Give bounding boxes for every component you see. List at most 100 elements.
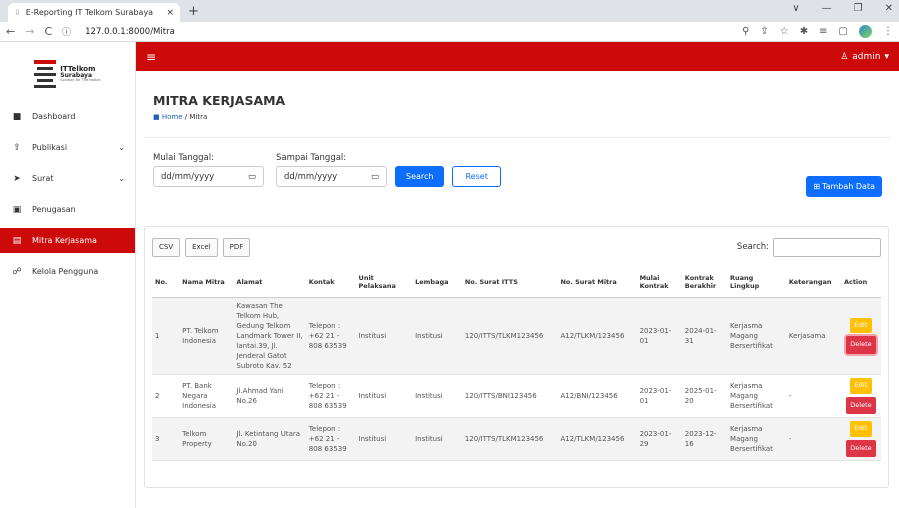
address-bar: ← → C ⓘ 127.0.0.1:8000/Mitra ⚲ ⇪ ☆ ✱ ≡ ▢… bbox=[0, 22, 899, 42]
col-kontak[interactable]: Kontak bbox=[305, 267, 356, 298]
search-button[interactable]: Search bbox=[395, 166, 445, 187]
favicon-icon: ⇩ bbox=[14, 8, 21, 17]
sidebar-item-label: Dashboard bbox=[32, 112, 76, 121]
chevron-down-icon: ⌄ bbox=[118, 174, 125, 183]
sidebar-item-publikasi[interactable]: ⇧ Publikasi ⌄ bbox=[0, 135, 135, 160]
col-berakhir[interactable]: Kontrak Berakhir bbox=[681, 267, 728, 298]
col-lembaga[interactable]: Lembaga bbox=[412, 267, 462, 298]
back-icon[interactable]: ← bbox=[6, 25, 15, 38]
mitra-table: No. Nama Mitra Alamat Kontak Unit Pelaks… bbox=[152, 267, 881, 462]
sidebar-item-label: Surat bbox=[32, 174, 54, 183]
end-date-input[interactable]: dd/mm/yyyy ▭ bbox=[276, 166, 387, 187]
main-area: ≡ ♙ admin ▾ MITRA KERJASAMA ■ Home / Mit… bbox=[136, 42, 899, 508]
page-title: MITRA KERJASAMA bbox=[153, 93, 286, 108]
end-date-label: Sampai Tanggal: bbox=[276, 153, 347, 163]
table-row: 3 Telkom Property Jl. Ketintang Utara No… bbox=[152, 417, 881, 462]
browser-tab[interactable]: ⇩ E-Reporting IT Telkom Surabaya × bbox=[8, 3, 180, 22]
sidebar-item-kelola-pengguna[interactable]: ☍ Kelola Pengguna bbox=[0, 259, 135, 284]
delete-button[interactable]: Delete bbox=[846, 396, 876, 415]
reading-list-icon[interactable]: ≡ bbox=[819, 26, 827, 37]
grid-icon: ■ bbox=[12, 111, 22, 122]
sidepanel-icon[interactable]: ▢ bbox=[839, 26, 848, 37]
delete-button[interactable]: Delete bbox=[846, 336, 876, 354]
edit-button[interactable]: Edit bbox=[849, 318, 873, 334]
calendar-icon[interactable]: ▭ bbox=[248, 172, 256, 182]
new-tab-button[interactable]: + bbox=[188, 4, 199, 19]
topbar: ≡ ♙ admin ▾ bbox=[136, 42, 899, 71]
star-icon[interactable]: ☆ bbox=[780, 26, 789, 37]
clipboard-icon: ▣ bbox=[12, 204, 22, 215]
sidebar-item-label: Kelola Pengguna bbox=[32, 267, 99, 276]
browser-extensions: ⚲ ⇪ ☆ ✱ ≡ ▢ ⋮ bbox=[742, 25, 893, 38]
users-icon: ☍ bbox=[12, 266, 22, 277]
user-menu[interactable]: ♙ admin ▾ bbox=[840, 52, 889, 62]
table-row: 2 PT. Bank Negara Indonesia Jl.Ahmad Yan… bbox=[152, 374, 881, 419]
user-icon: ♙ bbox=[840, 51, 849, 62]
chevron-down-icon: ⌄ bbox=[118, 143, 125, 152]
edit-button[interactable]: Edit bbox=[849, 378, 873, 394]
filter-section: Mulai Tanggal: dd/mm/yyyy ▭ Sampai Tangg… bbox=[144, 137, 891, 217]
hamburger-icon[interactable]: ≡ bbox=[146, 50, 156, 64]
breadcrumb: ■ Home / Mitra bbox=[153, 113, 891, 121]
url-field[interactable]: 127.0.0.1:8000/Mitra bbox=[85, 27, 732, 37]
caret-down-icon: ▾ bbox=[884, 51, 889, 62]
logo-tagline: Solution for The Nation bbox=[60, 77, 101, 82]
close-window-icon[interactable]: ✕ bbox=[885, 3, 893, 14]
forward-icon[interactable]: → bbox=[25, 25, 34, 38]
export-csv-button[interactable]: CSV bbox=[152, 237, 181, 257]
col-alamat[interactable]: Alamat bbox=[233, 267, 306, 298]
sidebar-item-surat[interactable]: ➤ Surat ⌄ bbox=[0, 166, 135, 191]
logo-icon bbox=[34, 60, 57, 88]
col-surat-itts[interactable]: No. Surat ITTS bbox=[461, 267, 558, 298]
edit-button[interactable]: Edit bbox=[849, 421, 873, 437]
col-ruang[interactable]: Ruang Lingkup bbox=[727, 267, 786, 298]
upload-icon: ⇧ bbox=[13, 142, 21, 153]
send-icon: ➤ bbox=[13, 173, 21, 184]
menu-icon[interactable]: ⋮ bbox=[883, 26, 893, 37]
reload-icon[interactable]: C bbox=[44, 25, 52, 38]
col-keterangan[interactable]: Keterangan bbox=[785, 267, 841, 298]
card-icon: ▤ bbox=[12, 235, 22, 246]
start-date-input[interactable]: dd/mm/yyyy ▭ bbox=[153, 166, 264, 187]
calendar-icon[interactable]: ▭ bbox=[371, 172, 379, 182]
user-name: admin bbox=[852, 51, 881, 62]
breadcrumb-current: / Mitra bbox=[184, 113, 208, 121]
table-header-row: No. Nama Mitra Alamat Kontak Unit Pelaks… bbox=[152, 267, 881, 298]
maximize-icon[interactable]: ❐ bbox=[854, 3, 863, 14]
minimize-icon[interactable]: — bbox=[822, 3, 832, 14]
col-surat-mitra[interactable]: No. Surat Mitra bbox=[557, 267, 637, 298]
reset-button[interactable]: Reset bbox=[452, 166, 501, 187]
app-shell: ITTelkom Surabaya Solution for The Natio… bbox=[0, 42, 899, 508]
browser-tabbar: ⇩ E-Reporting IT Telkom Surabaya × + ∨ —… bbox=[0, 0, 899, 22]
sidebar-item-penugasan[interactable]: ▣ Penugasan bbox=[0, 197, 135, 222]
sidebar-item-dashboard[interactable]: ■ Dashboard bbox=[0, 104, 135, 129]
add-icon: ⊞ bbox=[813, 182, 821, 191]
sidebar-item-label: Penugasan bbox=[32, 205, 76, 214]
add-data-button[interactable]: ⊞ Tambah Data bbox=[806, 176, 882, 197]
table-search-input[interactable] bbox=[773, 237, 881, 257]
col-unit[interactable]: Unit Pelaksana bbox=[355, 267, 413, 298]
tab-title: E-Reporting IT Telkom Surabaya bbox=[25, 8, 154, 17]
home-grid-icon: ■ bbox=[153, 113, 162, 121]
sidebar-item-mitra-kerjasama[interactable]: ▤ Mitra Kerjasama bbox=[0, 228, 135, 253]
col-no[interactable]: No. bbox=[152, 267, 180, 298]
zoom-icon[interactable]: ⚲ bbox=[742, 26, 749, 37]
tab-close-icon[interactable]: × bbox=[166, 8, 174, 18]
export-excel-button[interactable]: Excel bbox=[185, 237, 218, 257]
share-icon[interactable]: ⇪ bbox=[760, 26, 768, 37]
col-mulai[interactable]: Mulai Kontrak bbox=[636, 267, 682, 298]
export-pdf-button[interactable]: PDF bbox=[222, 237, 251, 257]
breadcrumb-home[interactable]: ■ Home bbox=[153, 113, 183, 121]
col-action[interactable]: Action bbox=[840, 267, 881, 298]
extensions-icon[interactable]: ✱ bbox=[800, 26, 808, 37]
table-search-label: Search: bbox=[736, 242, 769, 252]
col-nama[interactable]: Nama Mitra bbox=[179, 267, 234, 298]
info-icon[interactable]: ⓘ bbox=[62, 25, 71, 38]
window-controls: ∨ — ❐ ✕ bbox=[792, 3, 893, 14]
table-card: CSV Excel PDF Search: No. Nama Mitra Ala… bbox=[144, 226, 889, 488]
sidebar-item-label: Publikasi bbox=[32, 143, 68, 152]
delete-button[interactable]: Delete bbox=[846, 439, 876, 458]
tab-search-icon[interactable]: ∨ bbox=[792, 3, 799, 14]
content: MITRA KERJASAMA ■ Home / Mitra Mulai Tan… bbox=[136, 71, 899, 488]
profile-avatar[interactable] bbox=[859, 25, 872, 38]
